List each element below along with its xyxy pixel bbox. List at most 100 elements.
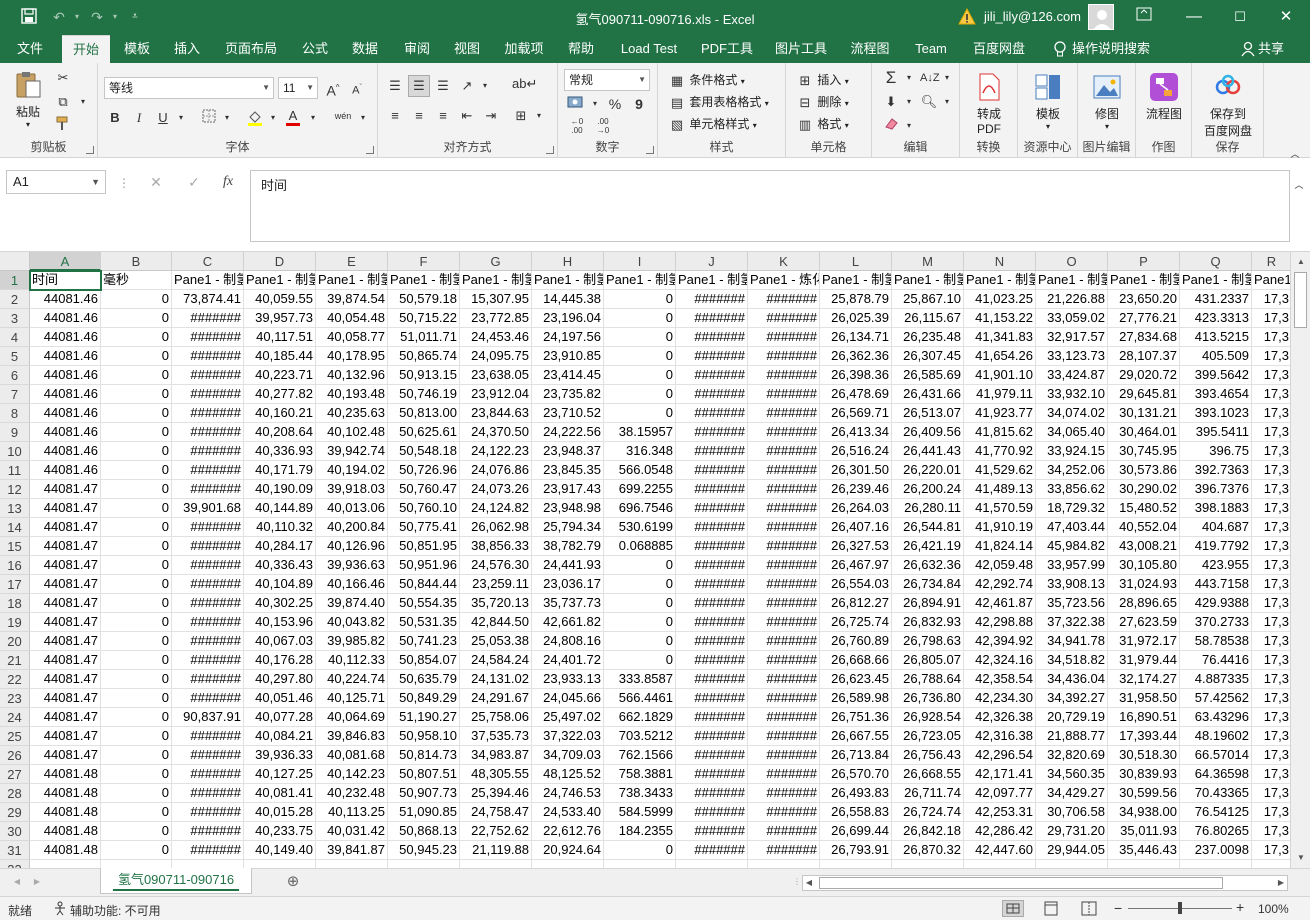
underline-button[interactable]: U <box>154 109 172 127</box>
page-break-view-icon[interactable] <box>1080 901 1098 919</box>
tab-data[interactable]: 数据 <box>344 35 386 63</box>
table-cell[interactable]: 17,3 <box>1252 613 1290 632</box>
table-cell[interactable]: 39,936.33 <box>244 746 316 765</box>
table-cell[interactable]: ####### <box>748 632 820 651</box>
table-cell[interactable]: 24,808.16 <box>532 632 604 651</box>
table-cell[interactable]: 24,131.02 <box>460 670 532 689</box>
table-cell[interactable]: 44081.46 <box>30 309 101 328</box>
row-header[interactable]: 24 <box>0 708 30 727</box>
table-cell[interactable]: 15,480.52 <box>1108 499 1180 518</box>
table-cell[interactable]: 39,874.40 <box>316 594 388 613</box>
flowchart-button[interactable]: 流程图 <box>1140 71 1188 122</box>
table-cell[interactable]: ####### <box>748 746 820 765</box>
table-cell[interactable]: ####### <box>676 537 748 556</box>
table-cell[interactable]: 40,113.25 <box>316 803 388 822</box>
table-cell[interactable]: 40,043.82 <box>316 613 388 632</box>
table-cell[interactable]: 42,394.92 <box>964 632 1036 651</box>
column-header-h[interactable]: H <box>532 252 604 271</box>
insert-function-icon[interactable]: fx <box>218 172 238 192</box>
table-cell[interactable]: 50,635.79 <box>388 670 460 689</box>
table-cell[interactable]: 17,3 <box>1252 518 1290 537</box>
table-cell[interactable]: 17,3 <box>1252 670 1290 689</box>
table-cell[interactable]: 0 <box>101 689 172 708</box>
table-cell[interactable]: 26,516.24 <box>820 442 892 461</box>
table-cell[interactable]: 25,758.06 <box>460 708 532 727</box>
table-cell[interactable]: 40,178.95 <box>316 347 388 366</box>
table-cell[interactable]: 40,127.25 <box>244 765 316 784</box>
avatar[interactable] <box>1088 4 1114 30</box>
table-cell[interactable]: 14,445.38 <box>532 290 604 309</box>
table-cell[interactable]: 66.57014 <box>1180 746 1252 765</box>
header-cell[interactable]: 毫秒 <box>101 271 172 290</box>
table-cell[interactable]: 26,431.66 <box>892 385 964 404</box>
warning-icon[interactable] <box>958 7 976 26</box>
accounting-dropdown-icon[interactable]: ▾ <box>586 95 604 113</box>
table-cell[interactable]: 26,589.98 <box>820 689 892 708</box>
table-cell[interactable]: 58.78538 <box>1180 632 1252 651</box>
table-cell[interactable]: 0 <box>101 461 172 480</box>
undo-dropdown-icon[interactable]: ▾ <box>68 8 86 26</box>
table-cell[interactable]: 21,888.77 <box>1036 727 1108 746</box>
table-cell[interactable]: 413.5215 <box>1180 328 1252 347</box>
table-cell[interactable]: 0 <box>101 632 172 651</box>
table-cell[interactable]: 44081.47 <box>30 499 101 518</box>
table-cell[interactable]: 33,123.73 <box>1036 347 1108 366</box>
table-cell[interactable]: 26,805.07 <box>892 651 964 670</box>
table-cell[interactable]: ####### <box>172 461 244 480</box>
table-cell[interactable]: 23,259.11 <box>460 575 532 594</box>
cancel-icon[interactable]: ✕ <box>146 172 166 192</box>
table-cell[interactable]: 26,632.36 <box>892 556 964 575</box>
table-cell[interactable]: 44081.47 <box>30 480 101 499</box>
table-cell[interactable]: 40,336.93 <box>244 442 316 461</box>
table-cell[interactable]: 34,983.87 <box>460 746 532 765</box>
table-cell[interactable]: ####### <box>748 385 820 404</box>
table-cell[interactable]: ####### <box>676 404 748 423</box>
font-color-dropdown-icon[interactable]: ▾ <box>304 109 322 127</box>
table-cell[interactable]: 0 <box>604 613 676 632</box>
table-cell[interactable]: 0 <box>101 841 172 860</box>
find-select-icon[interactable]: 🔍︎ <box>920 93 938 111</box>
table-cell[interactable]: 50,865.74 <box>388 347 460 366</box>
row-header[interactable]: 16 <box>0 556 30 575</box>
retouch-button[interactable]: 修图 ▾ <box>1084 71 1130 131</box>
column-header-c[interactable]: C <box>172 252 244 271</box>
table-cell[interactable] <box>30 860 101 868</box>
table-cell[interactable]: 50,625.61 <box>388 423 460 442</box>
header-cell[interactable]: Pane1 - 制氢 <box>820 271 892 290</box>
table-cell[interactable] <box>388 860 460 868</box>
align-bottom-icon[interactable]: ☰ <box>434 77 452 95</box>
header-cell[interactable]: Pane1 - 制氢 <box>676 271 748 290</box>
table-cell[interactable]: 32,174.27 <box>1108 670 1180 689</box>
table-cell[interactable]: 24,401.72 <box>532 651 604 670</box>
table-cell[interactable]: 35,446.43 <box>1108 841 1180 860</box>
table-cell[interactable]: 37,535.73 <box>460 727 532 746</box>
table-cell[interactable]: ####### <box>172 651 244 670</box>
row-header[interactable]: 20 <box>0 632 30 651</box>
scroll-down-icon[interactable]: ▼ <box>1292 850 1310 866</box>
table-cell[interactable]: 50,807.51 <box>388 765 460 784</box>
table-cell[interactable]: 392.7363 <box>1180 461 1252 480</box>
template-button[interactable]: 模板 ▾ <box>1024 71 1072 131</box>
row-header[interactable]: 27 <box>0 765 30 784</box>
table-cell[interactable]: 17,393.44 <box>1108 727 1180 746</box>
wrap-text-icon[interactable]: ab↵ <box>512 75 537 93</box>
table-cell[interactable]: 30,290.02 <box>1108 480 1180 499</box>
table-cell[interactable]: ####### <box>172 632 244 651</box>
table-cell[interactable] <box>748 860 820 868</box>
table-cell[interactable]: 24,197.56 <box>532 328 604 347</box>
table-cell[interactable]: 50,849.29 <box>388 689 460 708</box>
row-header[interactable]: 30 <box>0 822 30 841</box>
table-cell[interactable]: 17,3 <box>1252 442 1290 461</box>
table-cell[interactable]: 399.5642 <box>1180 366 1252 385</box>
table-cell[interactable]: 23,917.43 <box>532 480 604 499</box>
table-cell[interactable]: 40,132.96 <box>316 366 388 385</box>
tab-insert[interactable]: 插入 <box>166 35 208 63</box>
table-cell[interactable]: ####### <box>676 442 748 461</box>
table-cell[interactable]: 0 <box>604 290 676 309</box>
redo-dropdown-icon[interactable]: ▾ <box>106 8 124 26</box>
table-cell[interactable]: 48,125.52 <box>532 765 604 784</box>
header-cell[interactable]: Pane1 - 制氢 <box>964 271 1036 290</box>
zoom-level[interactable]: 100% <box>1258 902 1289 916</box>
table-cell[interactable]: 333.8587 <box>604 670 676 689</box>
table-cell[interactable]: 17,3 <box>1252 385 1290 404</box>
